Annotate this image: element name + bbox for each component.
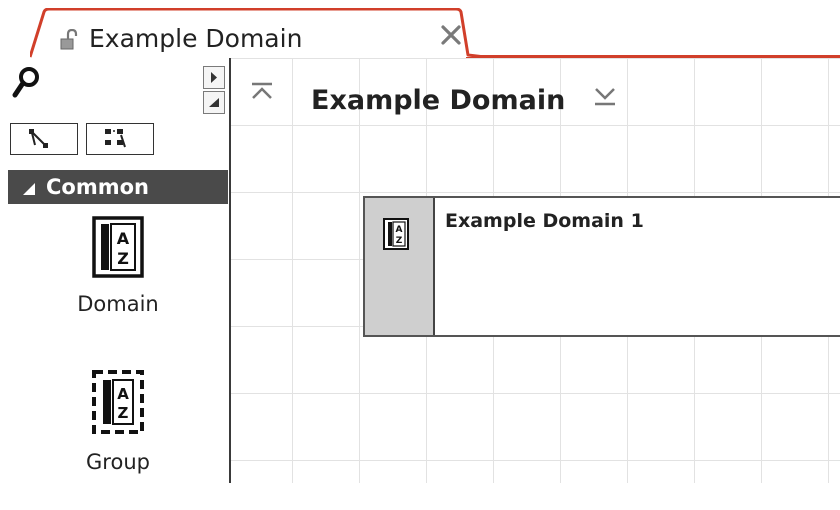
canvas-title: Example Domain bbox=[311, 85, 566, 116]
scroll-right-arrow-icon[interactable] bbox=[203, 66, 225, 89]
tab-example-domain[interactable]: Example Domain bbox=[30, 8, 485, 58]
svg-text:A: A bbox=[396, 225, 403, 235]
section-label: Common bbox=[46, 175, 149, 199]
scroll-down-arrow-icon[interactable] bbox=[203, 91, 225, 114]
palette-item-domain[interactable]: A Z Domain bbox=[8, 216, 228, 356]
node-icon-strip: A Z bbox=[365, 198, 435, 335]
tab-title: Example Domain bbox=[89, 24, 303, 53]
domain-icon: A Z bbox=[383, 218, 409, 254]
diagram-canvas[interactable]: Example Domain A Z Example Domain 1 bbox=[231, 58, 840, 483]
node-title: Example Domain 1 bbox=[445, 210, 644, 232]
svg-text:A: A bbox=[117, 385, 129, 403]
group-icon: A Z bbox=[92, 370, 144, 438]
layout-tool-button[interactable] bbox=[86, 123, 154, 155]
close-icon[interactable] bbox=[438, 22, 464, 48]
palette-item-label: Domain bbox=[77, 292, 159, 316]
palette-item-group[interactable]: A Z Group bbox=[8, 370, 228, 510]
section-common[interactable]: Common bbox=[8, 170, 228, 204]
svg-text:Z: Z bbox=[117, 249, 129, 268]
toolbox-panel: Common A Z Domain A Z Group bbox=[0, 58, 231, 483]
toolbox-scroll-buttons bbox=[203, 66, 225, 114]
svg-text:A: A bbox=[117, 229, 130, 248]
unlocked-lock-icon[interactable] bbox=[58, 28, 80, 51]
palette-item-label: Group bbox=[86, 450, 150, 474]
svg-text:Z: Z bbox=[118, 404, 129, 422]
expand-all-icon[interactable] bbox=[593, 84, 617, 108]
domain-icon: A Z bbox=[92, 216, 144, 282]
connector-tool-icon bbox=[29, 129, 48, 148]
connector-tool-button[interactable] bbox=[10, 123, 78, 155]
search-icon[interactable] bbox=[12, 66, 42, 100]
tab-bar: Example Domain bbox=[0, 0, 840, 58]
collapse-all-icon[interactable] bbox=[250, 80, 274, 104]
domain-node[interactable]: A Z Example Domain 1 bbox=[363, 196, 840, 337]
expanded-triangle-icon bbox=[22, 181, 36, 195]
layout-tool-icon bbox=[105, 129, 126, 148]
svg-text:Z: Z bbox=[396, 236, 403, 246]
